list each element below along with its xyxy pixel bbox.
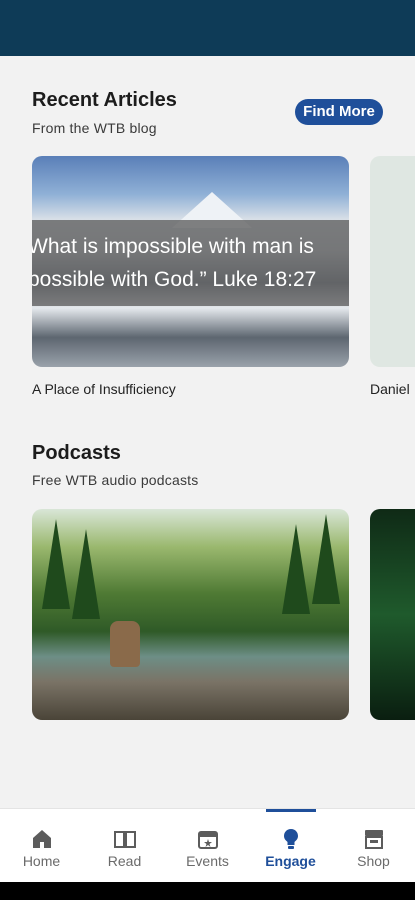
podcast-card[interactable] (32, 509, 349, 720)
engage-content[interactable]: Recent Articles From the WTB blog Find M… (0, 56, 415, 808)
quote-line-1: What is impossible with man is (32, 235, 314, 258)
article-card[interactable] (370, 156, 415, 367)
nav-events[interactable]: Events (166, 809, 249, 883)
book-icon (113, 831, 136, 848)
find-more-button[interactable]: Find More (295, 99, 383, 125)
bottom-navigation: Home Read Events Engage Shop (0, 808, 415, 882)
system-navigation-bar (0, 882, 415, 900)
article-caption[interactable]: A Place of Insufficiency (32, 381, 176, 397)
home-icon (32, 830, 51, 848)
tree-image (282, 524, 310, 614)
nav-home[interactable]: Home (0, 809, 83, 883)
podcast-card[interactable] (370, 509, 415, 720)
app-header-bar (0, 0, 415, 56)
article-caption[interactable]: Daniel (370, 381, 410, 397)
quote-line-2: possible with God.” Luke 18:27 (32, 268, 317, 291)
store-icon (364, 830, 383, 849)
lightbulb-icon (283, 829, 298, 849)
deer-image (110, 621, 140, 667)
tree-image (42, 519, 70, 609)
recent-articles-subtitle: From the WTB blog (32, 120, 157, 136)
nav-read-label: Read (107, 853, 142, 869)
nav-engage-label: Engage (265, 853, 316, 869)
nav-shop-label: Shop (357, 853, 390, 869)
article-quote: What is impossible with man is possible … (32, 230, 349, 296)
tree-image (72, 529, 100, 619)
recent-articles-title: Recent Articles (32, 89, 177, 111)
nav-read[interactable]: Read (83, 809, 166, 883)
calendar-icon (197, 831, 218, 849)
nav-shop[interactable]: Shop (332, 809, 415, 883)
nav-engage[interactable]: Engage (249, 809, 332, 883)
article-card[interactable]: What is impossible with man is possible … (32, 156, 349, 367)
nav-events-label: Events (186, 853, 229, 869)
nav-home-label: Home (22, 853, 61, 869)
podcasts-subtitle: Free WTB audio podcasts (32, 472, 199, 488)
tree-image (312, 514, 340, 604)
podcasts-title: Podcasts (32, 442, 121, 464)
